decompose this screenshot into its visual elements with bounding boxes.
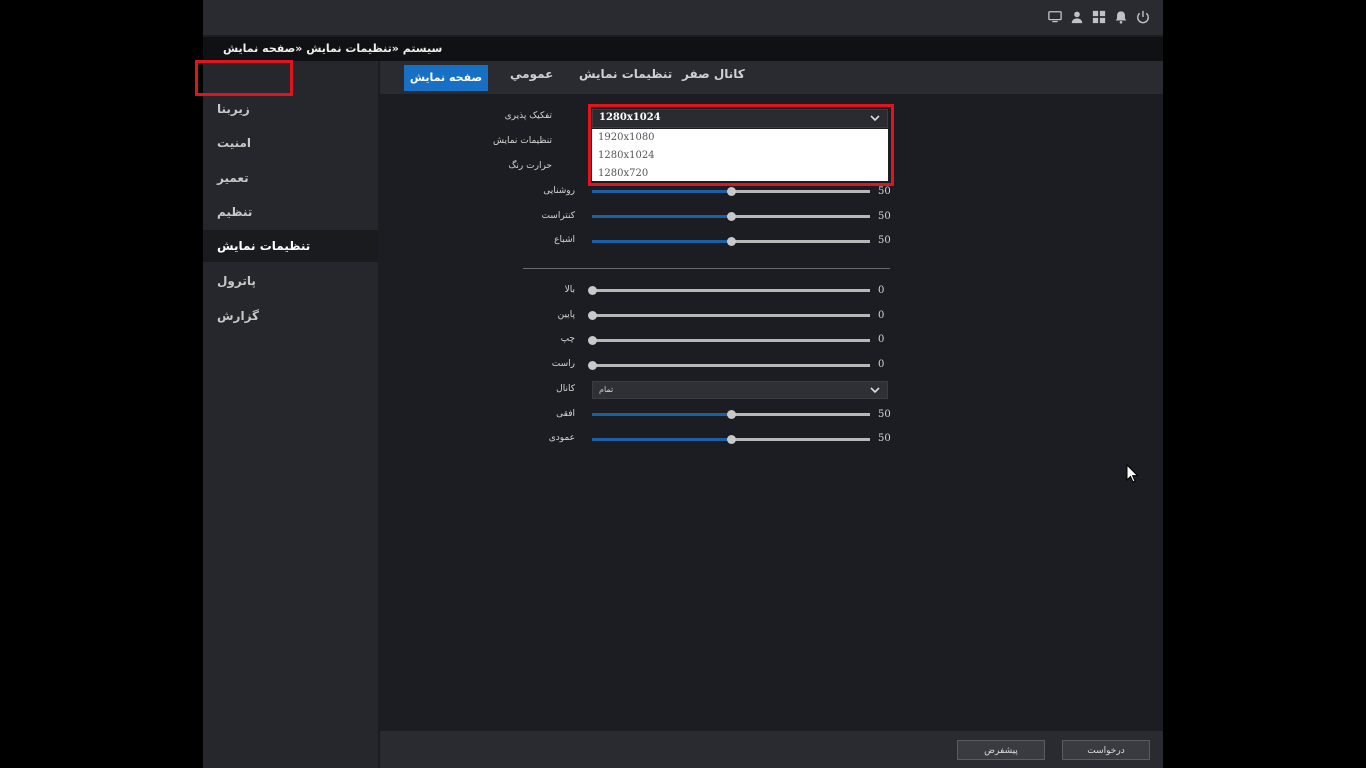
- brightness-slider[interactable]: [592, 187, 870, 196]
- saturation-slider[interactable]: [592, 237, 870, 246]
- color-temperature-label: حرارت رنگ: [508, 161, 552, 171]
- sidebar-item-patrol[interactable]: پاترول: [203, 265, 378, 297]
- section-divider: [523, 268, 890, 269]
- slider-thumb[interactable]: [727, 237, 736, 246]
- contrast-slider[interactable]: [592, 212, 870, 221]
- slider-value: 0: [878, 285, 885, 296]
- slider-value: 50: [878, 235, 891, 246]
- top-margin-slider[interactable]: [588, 286, 870, 295]
- sidebar-item-label: گزارش: [217, 309, 260, 323]
- slider-value: 0: [878, 359, 885, 370]
- channel-label: کانال: [556, 384, 575, 394]
- left-margin-slider[interactable]: [588, 336, 870, 345]
- slider-thumb[interactable]: [727, 187, 736, 196]
- vertical-slider[interactable]: [592, 435, 870, 444]
- slider-label: بالا: [564, 285, 575, 295]
- channel-select[interactable]: تمام: [592, 381, 888, 399]
- resolution-label: تفکیک پذیری: [504, 111, 552, 121]
- slider-value: 50: [878, 186, 891, 197]
- mouse-cursor-icon: [1126, 464, 1139, 483]
- sidebar-item-label: تنظیمات نمایش: [217, 239, 311, 253]
- default-button[interactable]: پیشفرض: [957, 740, 1045, 760]
- apply-button[interactable]: درخواست: [1062, 740, 1150, 760]
- bottom-margin-slider[interactable]: [588, 311, 870, 320]
- sidebar-item-settings[interactable]: تنظیم: [203, 196, 378, 228]
- power-icon[interactable]: [1135, 9, 1151, 25]
- slider-value: 0: [878, 310, 885, 321]
- slider-thumb[interactable]: [727, 410, 736, 419]
- sidebar-item-report[interactable]: گزارش: [203, 300, 378, 332]
- top-icons: [1047, 9, 1151, 25]
- sidebar-item-label: تنظیم: [217, 205, 253, 219]
- channel-value: تمام: [599, 385, 614, 394]
- slider-label: افقی: [556, 409, 575, 419]
- slider-label: روشنایی: [543, 186, 575, 196]
- slider-thumb[interactable]: [588, 361, 597, 370]
- slider-fill: [592, 190, 731, 193]
- slider-value: 50: [878, 433, 891, 444]
- chevron-down-icon: [870, 385, 880, 395]
- slider-thumb[interactable]: [588, 336, 597, 345]
- slider-fill: [592, 413, 731, 416]
- slider-label: چپ: [560, 334, 575, 344]
- bell-icon[interactable]: [1113, 9, 1129, 25]
- slider-fill: [592, 215, 731, 218]
- slider-thumb[interactable]: [588, 286, 597, 295]
- tab-channel-zero[interactable]: کانال صفر: [682, 67, 745, 81]
- tab-bar: صفحه نمایش عمومي تنظیمات نمایش کانال صفر: [380, 61, 1163, 94]
- slider-thumb[interactable]: [588, 311, 597, 320]
- breadcrumb-bar: سیستم «تنظیمات نمایش «صفحه نمایش: [203, 37, 1163, 61]
- sidebar-item-label: پاترول: [217, 274, 256, 288]
- grid-icon[interactable]: [1091, 9, 1107, 25]
- sidebar-item-security[interactable]: امنیت: [203, 127, 378, 159]
- sidebar-item-label: تعمیر: [217, 171, 249, 185]
- main-content: تفکیک پذیری 1280x1024 1920x1080 1280x102…: [380, 94, 1163, 731]
- slider-fill: [592, 438, 731, 441]
- horizontal-slider[interactable]: [592, 410, 870, 419]
- bottom-bar: پیشفرض درخواست: [380, 731, 1163, 768]
- sidebar-item-infrastructure[interactable]: زیربنا: [203, 93, 378, 125]
- sidebar-item-display-settings[interactable]: تنظیمات نمایش: [203, 230, 378, 262]
- slider-thumb[interactable]: [727, 435, 736, 444]
- top-bar: [203, 0, 1163, 35]
- highlight-box-dropdown: [588, 104, 894, 186]
- slider-label: کنتراست: [541, 211, 575, 221]
- display-settings-label: تنظیمات نمایش: [492, 136, 552, 146]
- slider-fill: [592, 240, 731, 243]
- sidebar: زیربنا امنیت تعمیر تنظیم تنظیمات نمایش پ…: [203, 61, 378, 768]
- user-icon[interactable]: [1069, 9, 1085, 25]
- sidebar-item-label: امنیت: [217, 136, 252, 150]
- tab-display-settings[interactable]: تنظیمات نمایش: [579, 67, 672, 81]
- slider-value: 50: [878, 211, 891, 222]
- highlight-box-tab: [195, 60, 293, 96]
- slider-label: عمودی: [548, 433, 575, 443]
- slider-thumb[interactable]: [727, 212, 736, 221]
- tab-screen[interactable]: صفحه نمایش: [404, 65, 488, 91]
- slider-value: 50: [878, 409, 891, 420]
- sidebar-item-label: زیربنا: [217, 102, 250, 116]
- right-margin-slider[interactable]: [588, 361, 870, 370]
- breadcrumb: سیستم «تنظیمات نمایش «صفحه نمایش: [223, 42, 443, 55]
- sidebar-item-maintenance[interactable]: تعمیر: [203, 162, 378, 194]
- tab-general[interactable]: عمومي: [510, 67, 553, 81]
- slider-label: پایین: [557, 310, 575, 320]
- slider-value: 0: [878, 334, 885, 345]
- monitor-icon[interactable]: [1047, 9, 1063, 25]
- slider-label: اشباع: [554, 235, 575, 245]
- slider-label: راست: [551, 359, 575, 369]
